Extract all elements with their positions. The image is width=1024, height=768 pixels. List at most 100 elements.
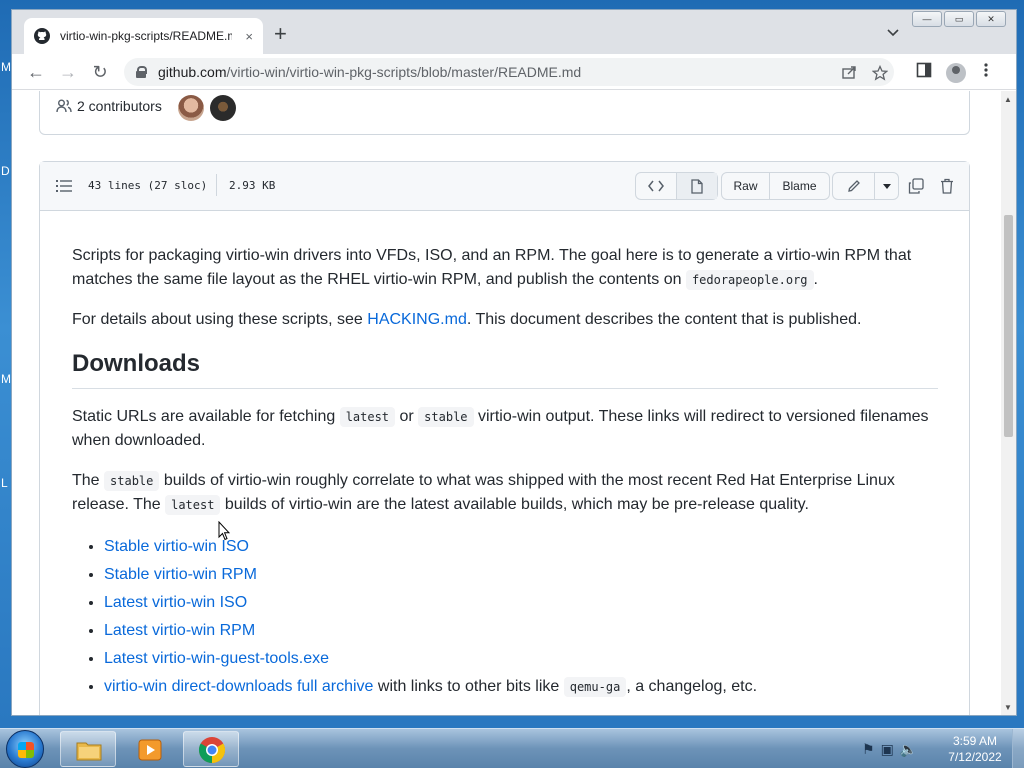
- trash-icon[interactable]: [940, 178, 954, 198]
- details-paragraph: For details about using these scripts, s…: [72, 311, 862, 328]
- copy-icon[interactable]: [908, 178, 924, 198]
- raw-blame-group: Raw Blame: [721, 172, 830, 200]
- divider: [216, 174, 217, 196]
- volume-icon[interactable]: 🔈: [900, 741, 917, 758]
- outline-list-icon[interactable]: [56, 179, 72, 193]
- show-desktop-button[interactable]: [1012, 729, 1024, 768]
- blame-button[interactable]: Blame: [769, 173, 829, 199]
- file-line-count: 43 lines (27 sloc): [88, 179, 208, 192]
- scrollbar-thumb[interactable]: [1004, 215, 1013, 437]
- clock-date: 7/12/2022: [948, 750, 1002, 764]
- builds-paragraph: The stable builds of virtio-win roughly …: [72, 471, 895, 515]
- action-center-icon[interactable]: ⚑: [862, 741, 875, 758]
- inline-code: fedorapeople.org: [685, 270, 814, 290]
- tab-readme[interactable]: virtio-win-pkg-scripts/README.md ×: [24, 18, 263, 54]
- folder-icon: [76, 742, 102, 761]
- desktop-icon-label: L: [1, 476, 8, 490]
- share-icon[interactable]: [842, 65, 858, 83]
- taskbar-clock[interactable]: 3:59 AM 7/12/2022: [944, 733, 1006, 765]
- contributors-link[interactable]: 2 contributors: [56, 98, 162, 114]
- system-tray: ⚑ ▣ 🔈: [862, 741, 917, 758]
- inline-code: stable: [104, 471, 160, 491]
- file-view: 43 lines (27 sloc) 2.93 KB Raw Blame Scr…: [39, 161, 970, 715]
- people-icon: [56, 99, 72, 113]
- maximize-button[interactable]: ▭: [944, 11, 974, 27]
- code-view-button[interactable]: [636, 173, 676, 199]
- contributors-box: 2 contributors: [39, 91, 970, 135]
- contributors-count: 2 contributors: [77, 98, 162, 114]
- triangle-down-icon: [882, 183, 891, 189]
- desktop-icon-label: M: [1, 60, 11, 74]
- edit-dropdown-button[interactable]: [874, 173, 898, 199]
- list-item: Stable virtio-win RPM: [104, 561, 938, 589]
- scroll-down-icon[interactable]: ▼: [1004, 703, 1012, 712]
- chrome-window: virtio-win-pkg-scripts/README.md × + — ▭…: [11, 9, 1017, 716]
- side-panel-icon[interactable]: [916, 62, 932, 83]
- tab-search-chevron-icon[interactable]: [887, 26, 899, 40]
- forward-button[interactable]: →: [56, 60, 80, 84]
- latest-rpm-link[interactable]: Latest virtio-win RPM: [104, 622, 255, 639]
- inline-code: stable: [418, 407, 474, 427]
- page-scrollbar[interactable]: ▲ ▼: [1001, 91, 1016, 715]
- clock-time: 3:59 AM: [952, 734, 998, 748]
- network-icon[interactable]: ▣: [881, 741, 894, 758]
- file-header: 43 lines (27 sloc) 2.93 KB Raw Blame: [40, 162, 969, 211]
- guest-tools-link[interactable]: Latest virtio-win-guest-tools.exe: [104, 650, 329, 667]
- downloads-heading: Downloads: [72, 348, 938, 389]
- address-bar[interactable]: github.com/virtio-win/virtio-win-pkg-scr…: [124, 58, 894, 86]
- scroll-up-icon[interactable]: ▲: [1004, 95, 1012, 104]
- page-viewport: 2 contributors 43 lines (27 sloc) 2.93 K…: [12, 91, 1016, 715]
- taskbar-chrome-button[interactable]: [183, 731, 239, 767]
- contributor-avatar[interactable]: [178, 95, 204, 121]
- inline-code: qemu-ga: [563, 677, 627, 697]
- taskbar-media-player-button[interactable]: [121, 731, 177, 767]
- pencil-icon: [847, 180, 860, 192]
- chrome-icon: [198, 737, 226, 764]
- lock-icon: [136, 66, 147, 78]
- full-archive-link[interactable]: virtio-win direct-downloads full archive: [104, 678, 373, 695]
- list-item: Latest virtio-win RPM: [104, 617, 938, 645]
- media-player-icon: [138, 739, 162, 761]
- readme-content: Scripts for packaging virtio-win drivers…: [72, 244, 938, 701]
- file-size: 2.93 KB: [229, 179, 276, 192]
- list-item: Latest virtio-win-guest-tools.exe: [104, 645, 938, 673]
- new-tab-button[interactable]: +: [274, 23, 287, 45]
- inline-code: latest: [165, 495, 221, 515]
- edit-group: [832, 172, 899, 200]
- mouse-cursor-icon: [218, 521, 230, 541]
- list-item: virtio-win direct-downloads full archive…: [104, 673, 938, 701]
- raw-button[interactable]: Raw: [722, 173, 769, 199]
- start-button[interactable]: [6, 730, 44, 768]
- inline-code: latest: [339, 407, 396, 427]
- back-button[interactable]: ←: [24, 60, 48, 84]
- taskbar-explorer-button[interactable]: [60, 731, 116, 767]
- close-window-button[interactable]: ✕: [976, 11, 1006, 27]
- contributor-avatar[interactable]: [210, 95, 236, 121]
- static-urls-paragraph: Static URLs are available for fetching l…: [72, 407, 929, 449]
- file-icon: [691, 178, 703, 194]
- kebab-menu-icon[interactable]: [984, 62, 988, 83]
- star-icon[interactable]: [871, 64, 889, 85]
- preview-button[interactable]: [676, 173, 717, 199]
- profile-avatar-icon[interactable]: [946, 63, 966, 83]
- hacking-md-link[interactable]: HACKING.md: [367, 311, 467, 328]
- list-item: Latest virtio-win ISO: [104, 589, 938, 617]
- tab-title: virtio-win-pkg-scripts/README.md: [60, 29, 232, 43]
- reload-button[interactable]: ↻: [88, 60, 112, 84]
- tab-close-icon[interactable]: ×: [245, 29, 253, 44]
- intro-paragraph: Scripts for packaging virtio-win drivers…: [72, 247, 912, 290]
- desktop-icon-label: M: [1, 372, 11, 386]
- window-controls: — ▭ ✕: [912, 11, 1006, 27]
- edit-button[interactable]: [833, 173, 874, 199]
- tab-strip: virtio-win-pkg-scripts/README.md × + — ▭…: [12, 10, 1016, 54]
- url-text: github.com/virtio-win/virtio-win-pkg-scr…: [158, 64, 582, 80]
- latest-iso-link[interactable]: Latest virtio-win ISO: [104, 594, 247, 611]
- stable-rpm-link[interactable]: Stable virtio-win RPM: [104, 566, 257, 583]
- browser-toolbar: ← → ↻ github.com/virtio-win/virtio-win-p…: [12, 54, 1016, 90]
- download-links-list: Stable virtio-win ISO Stable virtio-win …: [72, 533, 938, 701]
- desktop-icon-label: D: [1, 164, 10, 178]
- github-favicon-icon: [34, 28, 50, 44]
- code-icon: [648, 180, 664, 192]
- taskbar: ⚑ ▣ 🔈 3:59 AM 7/12/2022: [0, 728, 1024, 768]
- minimize-button[interactable]: —: [912, 11, 942, 27]
